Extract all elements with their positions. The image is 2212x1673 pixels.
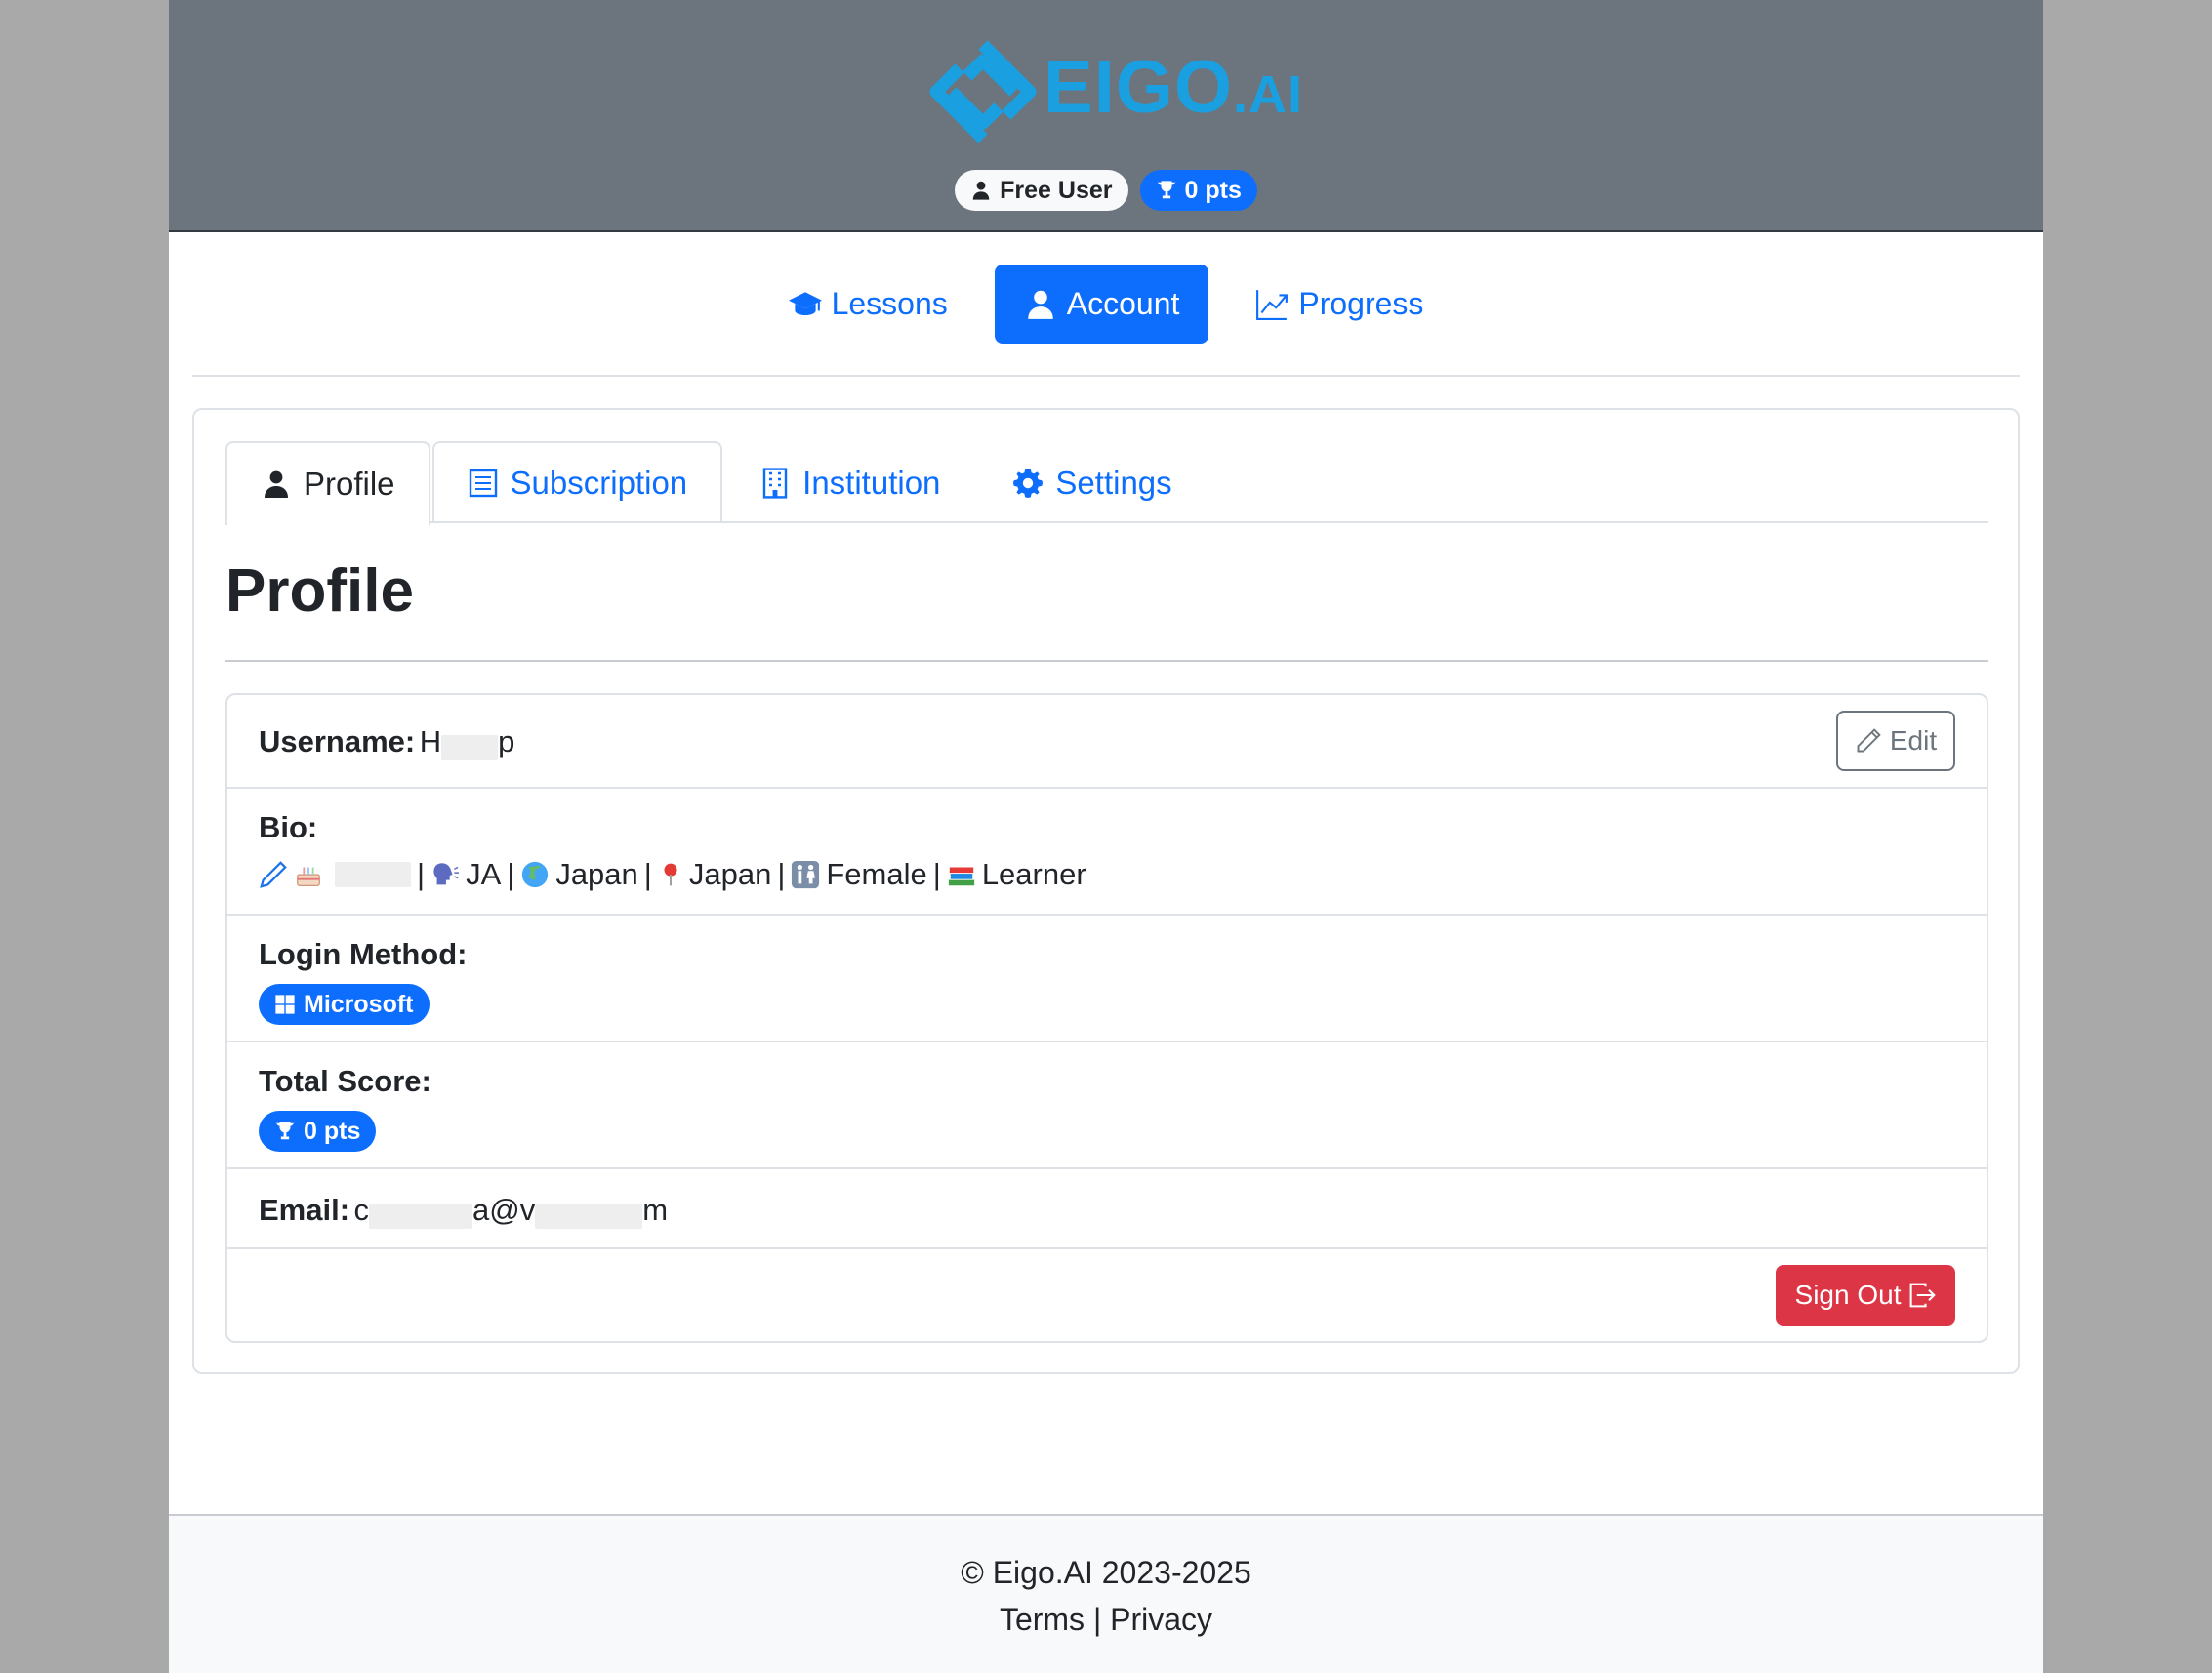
tab-profile-label: Profile xyxy=(304,466,395,502)
restroom-emoji-icon xyxy=(792,860,820,889)
bio-text: | JA | Japan | Japan | Female | Learner xyxy=(259,857,1086,892)
cake-emoji-icon xyxy=(297,867,320,886)
windows-icon xyxy=(275,995,295,1014)
email-label: Email: xyxy=(259,1193,350,1227)
email-redaction xyxy=(368,1203,472,1229)
bio-label: Bio: xyxy=(259,810,318,844)
box-arrow-right-icon xyxy=(1910,1283,1937,1308)
tab-subscription-label: Subscription xyxy=(510,465,688,501)
bio-separator: | xyxy=(507,857,515,891)
username-redaction xyxy=(441,734,499,760)
bio-separator: | xyxy=(932,857,941,891)
points-label: 0 pts xyxy=(1184,176,1242,204)
email-value-start: c xyxy=(353,1193,369,1227)
footer-links: Terms | Privacy xyxy=(169,1602,2043,1638)
email-value-end: m xyxy=(642,1193,669,1227)
signout-row: Sign Out xyxy=(227,1249,1987,1341)
sign-out-label: Sign Out xyxy=(1794,1280,1902,1310)
receipt-icon xyxy=(469,469,497,498)
bio-language: JA xyxy=(466,857,502,891)
total-score-value: 0 pts xyxy=(304,1117,361,1145)
trophy-icon xyxy=(1156,181,1176,199)
email-value-mid: a@v xyxy=(471,1193,536,1227)
tab-settings-label: Settings xyxy=(1055,465,1172,501)
bio-location: Japan xyxy=(688,857,772,891)
pencil-icon xyxy=(1857,728,1881,753)
speaking-head-icon xyxy=(433,863,460,885)
pencil-emoji-icon xyxy=(260,861,287,888)
bio-country: Japan xyxy=(555,857,638,891)
graduation-cap-icon xyxy=(788,291,822,315)
sign-out-button[interactable]: Sign Out xyxy=(1776,1265,1955,1326)
username-value-start: H xyxy=(419,724,442,758)
person-icon xyxy=(265,470,288,498)
profile-list: Username: Hp Edit Bio: | JA | Japan | Ja… xyxy=(225,693,1988,1343)
total-score-label: Total Score: xyxy=(259,1064,431,1098)
building-icon xyxy=(762,468,788,499)
person-icon xyxy=(972,181,990,200)
account-tabs: Profile Subscription Institution Setting… xyxy=(225,441,1988,525)
bio-separator: | xyxy=(643,857,652,891)
privacy-link[interactable]: Privacy xyxy=(1110,1602,1212,1637)
account-card: Profile Subscription Institution Setting… xyxy=(192,408,2020,1374)
nav-divider xyxy=(192,375,2020,377)
login-method-label: Login Method: xyxy=(259,937,468,971)
logo-text: EIGO.AI xyxy=(1044,45,1303,130)
login-method-badge: Microsoft xyxy=(259,984,430,1025)
username-row: Username: Hp Edit xyxy=(227,695,1987,789)
bio-separator: | xyxy=(417,857,426,891)
terms-link[interactable]: Terms xyxy=(1000,1602,1085,1637)
bio-role: Learner xyxy=(981,857,1086,891)
app-page: EIGO.AI Free User 0 pts Lessons Account … xyxy=(169,0,2043,1673)
username-value-end: p xyxy=(498,724,515,758)
total-score-row: Total Score: 0 pts xyxy=(227,1042,1987,1169)
gear-icon xyxy=(1013,469,1044,498)
pushpin-emoji-icon xyxy=(664,863,677,886)
tab-institution[interactable]: Institution xyxy=(724,441,975,523)
eigo-logo[interactable]: EIGO.AI xyxy=(928,37,1302,146)
nav-progress[interactable]: Progress xyxy=(1226,265,1453,344)
chart-line-icon xyxy=(1256,289,1289,320)
bio-separator: | xyxy=(777,857,786,891)
trophy-icon xyxy=(275,1122,295,1140)
login-method-value: Microsoft xyxy=(304,990,414,1018)
logo-word: EIGO xyxy=(1044,46,1234,129)
logo-suffix: .AI xyxy=(1233,65,1304,124)
tab-settings[interactable]: Settings xyxy=(977,441,1207,523)
person-icon xyxy=(1028,290,1053,319)
page-title: Profile xyxy=(225,557,414,625)
nav-progress-label: Progress xyxy=(1298,286,1424,321)
user-tier-label: Free User xyxy=(1000,176,1113,204)
main-nav: Lessons Account Progress xyxy=(169,265,2043,344)
nav-account[interactable]: Account xyxy=(994,265,1209,344)
total-score-badge: 0 pts xyxy=(259,1111,377,1152)
globe-emoji-icon xyxy=(522,861,549,888)
user-tier-badge: Free User xyxy=(955,170,1128,211)
username-label: Username: xyxy=(259,724,416,758)
copyright-text: © Eigo.AI 2023-2025 xyxy=(961,1555,1251,1590)
login-method-row: Login Method: Microsoft xyxy=(227,916,1987,1042)
footer: © Eigo.AI 2023-2025 Terms | Privacy xyxy=(169,1514,2043,1673)
points-badge: 0 pts xyxy=(1139,170,1257,211)
user-badges: Free User 0 pts xyxy=(169,170,2043,211)
nav-lessons[interactable]: Lessons xyxy=(759,265,977,344)
books-emoji-icon xyxy=(948,867,974,886)
logo-mark-icon xyxy=(929,40,1037,143)
edit-label: Edit xyxy=(1889,725,1938,755)
nav-lessons-label: Lessons xyxy=(831,286,948,321)
header: EIGO.AI Free User 0 pts xyxy=(169,0,2043,232)
tab-subscription[interactable]: Subscription xyxy=(431,441,723,523)
edit-profile-button[interactable]: Edit xyxy=(1836,711,1955,771)
email-row: Email: c a@v m xyxy=(227,1169,1987,1249)
nav-account-label: Account xyxy=(1066,286,1180,321)
tab-institution-label: Institution xyxy=(802,465,941,501)
email-domain-redaction xyxy=(535,1203,643,1229)
bio-row: Bio: | JA | Japan | Japan | Female | Lea… xyxy=(227,789,1987,916)
bio-gender: Female xyxy=(826,857,927,891)
footer-separator: | xyxy=(1092,1602,1102,1637)
birthday-redaction xyxy=(335,862,411,887)
tab-profile[interactable]: Profile xyxy=(225,441,430,525)
title-divider xyxy=(225,660,1988,662)
